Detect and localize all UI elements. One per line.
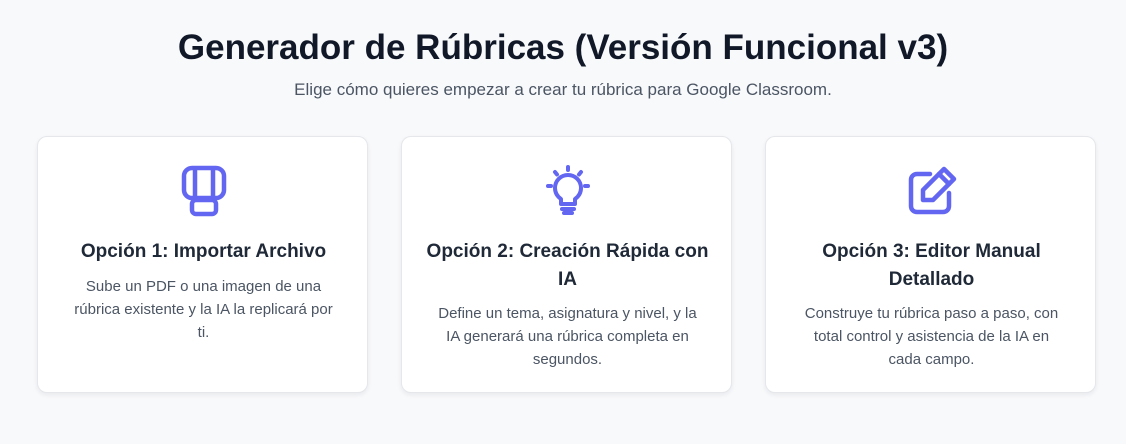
page: Generador de Rúbricas (Versión Funcional… [0, 0, 1126, 444]
page-title: Generador de Rúbricas (Versión Funcional… [177, 28, 949, 67]
option-card-import[interactable]: Opción 1: Importar Archivo Sube un PDF o… [37, 136, 368, 393]
import-document-icon [176, 163, 232, 219]
option-title: Opción 2: Creación Rápida con IA [426, 241, 709, 290]
option-cards: Opción 1: Importar Archivo Sube un PDF o… [37, 136, 1098, 395]
option-description: Construye tu rúbrica paso a paso, con to… [804, 305, 1059, 368]
edit-pencil-icon [904, 163, 960, 219]
lightbulb-icon [540, 163, 596, 219]
option-card-ai-quick[interactable]: Opción 2: Creación Rápida con IA Define … [401, 136, 732, 393]
option-description: Define un tema, asignatura y nivel, y la… [438, 305, 697, 368]
option-title: Opción 3: Editor Manual Detallado [822, 241, 1041, 290]
page-subtitle: Elige cómo quieres empezar a crear tu rú… [294, 80, 832, 99]
option-card-manual-editor[interactable]: Opción 3: Editor Manual Detallado Constr… [765, 136, 1096, 393]
option-title: Opción 1: Importar Archivo [80, 241, 327, 262]
option-description: Sube un PDF o una imagen de una rúbrica … [74, 278, 333, 341]
